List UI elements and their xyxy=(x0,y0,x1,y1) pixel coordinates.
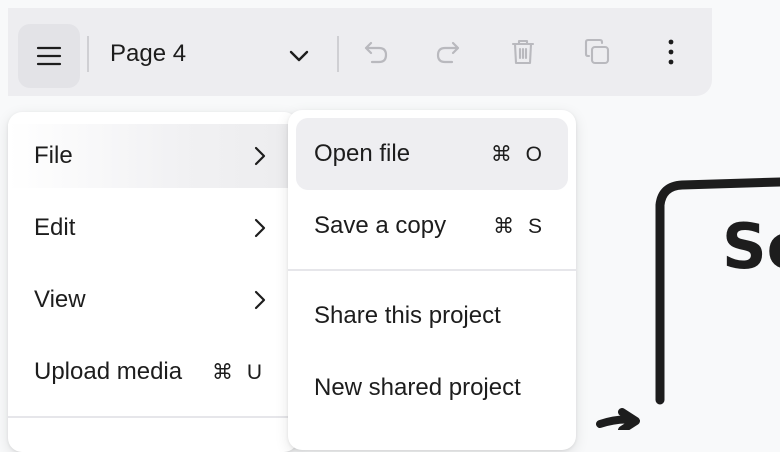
page-name[interactable]: Page 4 xyxy=(110,36,186,72)
menu-item-label: Edit xyxy=(34,214,76,241)
duplicate-button[interactable] xyxy=(569,20,625,84)
toolbar: Page 4 xyxy=(8,8,712,96)
chevron-down-icon xyxy=(289,50,309,62)
hamburger-menu-icon xyxy=(36,46,62,66)
menu-divider xyxy=(288,269,576,271)
chevron-right-icon xyxy=(254,290,266,310)
more-options-button[interactable] xyxy=(643,20,699,84)
menu-divider xyxy=(8,416,298,418)
chevron-right-icon xyxy=(254,146,266,166)
menu-item-label: View xyxy=(34,286,86,313)
keyboard-shortcut: ⌘ S xyxy=(493,214,546,238)
undo-button[interactable] xyxy=(348,20,404,84)
menu-item-save-copy[interactable]: Save a copy ⌘ S xyxy=(288,194,576,258)
menu-item-label: Open file xyxy=(314,140,411,167)
keyboard-shortcut: ⌘ U xyxy=(212,360,266,384)
keyboard-shortcut: ⌘ O xyxy=(490,142,546,166)
undo-icon xyxy=(364,41,388,64)
main-menu-button[interactable] xyxy=(18,24,80,88)
menu-item-edit[interactable]: Edit xyxy=(8,196,298,260)
menu-item-label: Share this project xyxy=(314,302,501,329)
menu-item-share-project[interactable]: Share this project xyxy=(288,284,576,348)
redo-icon xyxy=(436,41,460,64)
file-submenu: Open file ⌘ O Save a copy ⌘ S Share this… xyxy=(288,110,576,450)
main-menu: File Edit View Upload media ⌘ U xyxy=(8,112,298,452)
menu-item-open-file[interactable]: Open file ⌘ O xyxy=(288,122,576,186)
trash-icon xyxy=(511,39,535,65)
drawn-arrow xyxy=(596,408,640,430)
menu-item-label: File xyxy=(34,142,73,169)
page-menu-button[interactable] xyxy=(284,40,314,70)
toolbar-divider xyxy=(87,36,89,72)
redo-button[interactable] xyxy=(420,20,476,84)
canvas-text: Se xyxy=(722,210,780,283)
menu-item-upload-media[interactable]: Upload media ⌘ U xyxy=(8,340,298,404)
chevron-right-icon xyxy=(254,218,266,238)
menu-item-file[interactable]: File xyxy=(8,124,298,188)
menu-item-label: Upload media xyxy=(34,358,183,385)
toolbar-divider xyxy=(337,36,339,72)
menu-item-label: Save a copy xyxy=(314,212,447,239)
more-vertical-icon xyxy=(668,39,674,65)
delete-button[interactable] xyxy=(495,20,551,84)
menu-item-label: New shared project xyxy=(314,374,521,401)
menu-item-view[interactable]: View xyxy=(8,268,298,332)
menu-item-new-shared-project[interactable]: New shared project xyxy=(288,356,576,420)
duplicate-icon xyxy=(584,38,610,65)
